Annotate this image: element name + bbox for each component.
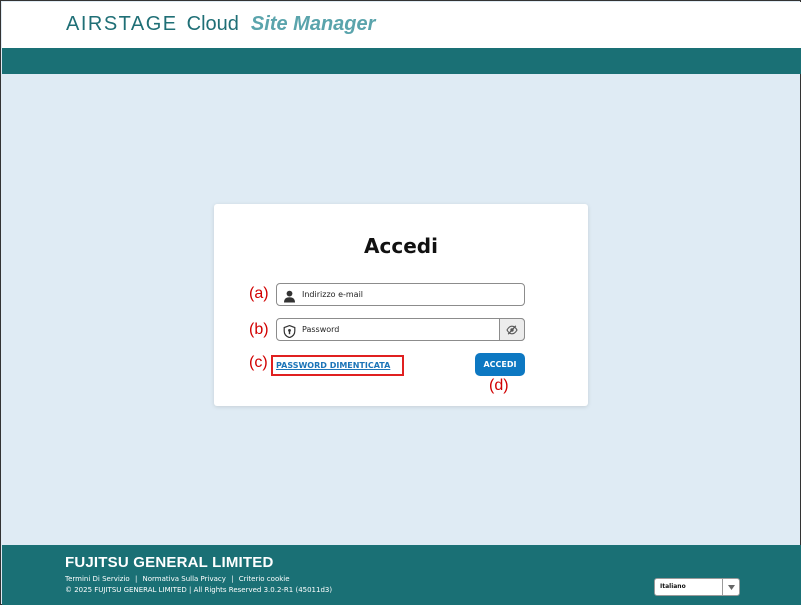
footer-company-name: FUJITSU GENERAL LIMITED (65, 554, 274, 571)
shield-icon (283, 323, 296, 339)
footer-copyright: © 2025 FUJITSU GENERAL LIMITED | All Rig… (65, 586, 333, 594)
callout-c: (c) (249, 354, 268, 371)
footer-separator: | (231, 575, 234, 583)
privacy-policy-link[interactable]: Normativa Sulla Privacy (143, 575, 226, 583)
language-value: Italiano (660, 583, 686, 590)
callout-highlight-box (271, 355, 404, 376)
app-header: AIRSTAGE Cloud Site Manager (2, 2, 801, 48)
toggle-password-button[interactable] (499, 318, 525, 341)
brand-cloud: Cloud (186, 13, 239, 35)
footer-separator: | (134, 575, 138, 583)
terms-of-service-link[interactable]: Termini Di Servizio (65, 575, 130, 583)
password-input[interactable] (302, 319, 492, 340)
brand-site-manager: Site Manager (250, 13, 376, 35)
brand-logo: AIRSTAGE Cloud Site Manager (66, 13, 375, 39)
user-icon (283, 288, 296, 303)
cookie-policy-link[interactable]: Criterio cookie (239, 575, 290, 583)
language-select[interactable]: Italiano (654, 578, 740, 596)
chevron-down-icon[interactable] (722, 579, 739, 595)
login-button[interactable]: ACCEDI (475, 353, 525, 376)
eye-slash-icon (506, 324, 518, 335)
brand-airstage: AIRSTAGE (66, 13, 178, 35)
header-band (2, 48, 801, 74)
callout-b: (b) (249, 321, 269, 338)
footer-links: Termini Di Servizio | Normativa Sulla Pr… (65, 575, 290, 583)
page-footer: FUJITSU GENERAL LIMITED Termini Di Servi… (2, 545, 801, 605)
page-frame: AIRSTAGE Cloud Site Manager Accedi Indir… (0, 0, 801, 605)
password-field[interactable] (276, 318, 525, 341)
login-title: Accedi (364, 234, 438, 258)
callout-a: (a) (249, 285, 269, 302)
email-input[interactable] (302, 284, 492, 305)
email-field[interactable] (276, 283, 525, 306)
callout-d: (d) (489, 377, 509, 394)
